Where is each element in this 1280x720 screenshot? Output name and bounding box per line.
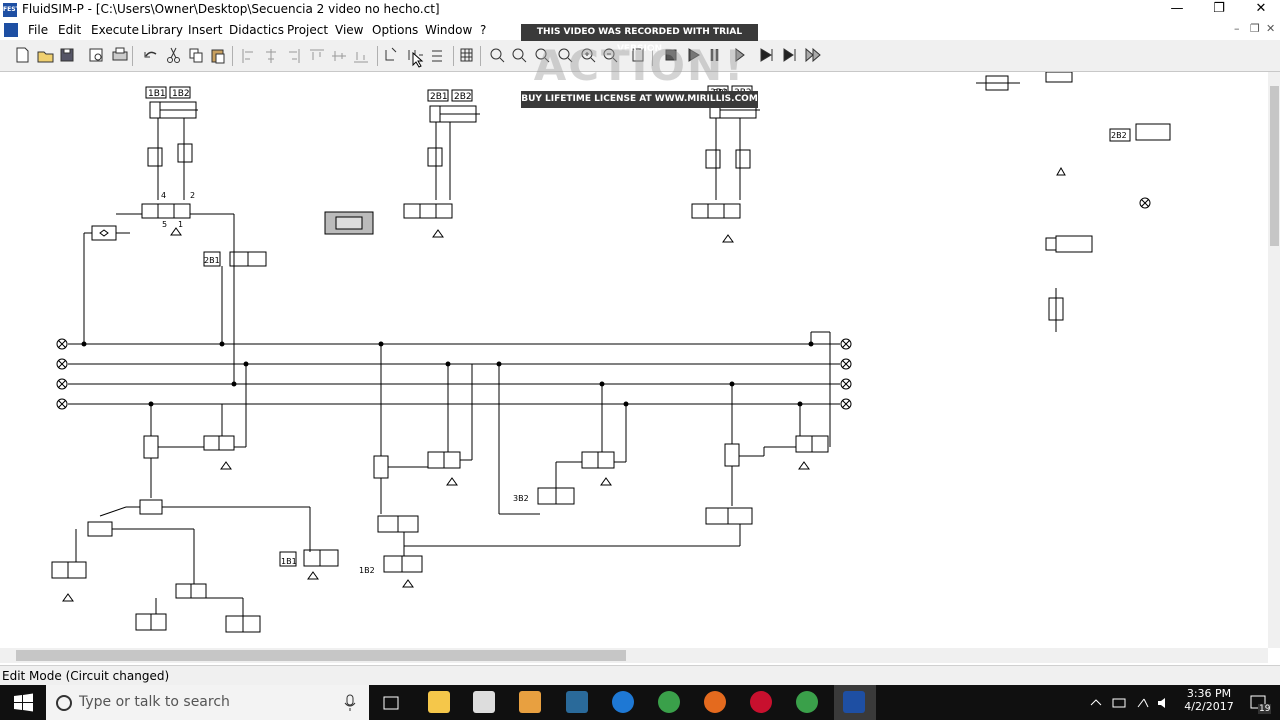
- wifi-icon: [1137, 698, 1149, 708]
- window-title: FluidSIM-P - [C:\Users\Owner\Desktop\Sec…: [22, 2, 440, 16]
- watermark-logo: ACTION!: [533, 41, 746, 90]
- label-2b2-sensor: 2B2: [1111, 131, 1127, 140]
- parts-right[interactable]: [976, 72, 1171, 332]
- menu-window[interactable]: Window: [425, 23, 472, 37]
- menu-insert[interactable]: Insert: [188, 23, 222, 37]
- cylinder-2[interactable]: [324, 89, 480, 238]
- label-3b2-valve: 3B2: [513, 494, 529, 503]
- restore-button[interactable]: ❐: [1196, 0, 1242, 20]
- minimize-button[interactable]: —: [1154, 0, 1200, 20]
- svg-text:4: 4: [161, 191, 166, 200]
- svg-text:2: 2: [190, 191, 195, 200]
- label-2b2: 2B2: [454, 92, 472, 102]
- document-icon[interactable]: [4, 23, 18, 37]
- rotate-icon[interactable]: [385, 47, 397, 61]
- notification-count: 19: [1258, 704, 1272, 714]
- align-middle-icon[interactable]: [332, 51, 346, 61]
- chrome-alt-icon[interactable]: [796, 691, 818, 713]
- align-top-icon[interactable]: [310, 49, 324, 60]
- menu-view[interactable]: View: [335, 23, 363, 37]
- menu-help[interactable]: ?: [480, 23, 486, 37]
- menu-options[interactable]: Options: [372, 23, 418, 37]
- label-1b1-valve: 1B1: [281, 557, 297, 566]
- windows-start-icon[interactable]: [0, 685, 46, 720]
- search-input[interactable]: Type or talk to search: [79, 694, 230, 710]
- title-bar: FESTO FluidSIM-P - [C:\Users\Owner\Deskt…: [0, 0, 1280, 20]
- cylinder-3[interactable]: [691, 85, 760, 243]
- vertical-scroll-thumb[interactable]: [1270, 86, 1279, 246]
- volume-icon: [1158, 698, 1165, 708]
- red-app-icon[interactable]: [750, 691, 772, 713]
- menu-library[interactable]: Library: [141, 23, 183, 37]
- supply-lines: [68, 343, 840, 405]
- menu-execute[interactable]: Execute: [91, 23, 139, 37]
- watermark-top: THIS VIDEO WAS RECORDED WITH TRIAL VERSI…: [521, 24, 758, 54]
- cylinder-1[interactable]: [83, 86, 235, 384]
- cortana-icon[interactable]: [54, 693, 74, 713]
- new-icon[interactable]: [16, 47, 29, 63]
- mdi-restore-button[interactable]: ❐: [1250, 22, 1260, 35]
- system-tray[interactable]: [1088, 693, 1180, 713]
- menu-project[interactable]: Project: [287, 23, 328, 37]
- horizontal-scroll-thumb[interactable]: [16, 650, 626, 661]
- align-left-icon[interactable]: [242, 49, 253, 63]
- undo-icon[interactable]: [144, 51, 157, 58]
- mdi-close-button[interactable]: ✕: [1266, 22, 1275, 35]
- label-2b1: 2B1: [430, 92, 448, 102]
- label-1b2: 1B2: [172, 89, 190, 99]
- label-1b2-valve: 1B2: [359, 566, 375, 575]
- circuit-canvas[interactable]: 1B1 1B2 4 2 5 1 2B1 2B1 2B2 3B1 3B2: [0, 72, 1268, 648]
- cut-icon[interactable]: [167, 47, 180, 63]
- clock-date: 4/2/2017: [1184, 700, 1234, 713]
- festo-icon[interactable]: [843, 691, 865, 713]
- print-icon[interactable]: [112, 47, 128, 61]
- file-explorer-icon[interactable]: [428, 691, 450, 713]
- label-1b1: 1B1: [148, 89, 166, 99]
- microphone-icon[interactable]: [343, 694, 357, 712]
- status-bar: [0, 665, 1280, 686]
- skip-icon[interactable]: [805, 47, 821, 63]
- open-icon[interactable]: [37, 51, 54, 63]
- app-icon[interactable]: [566, 691, 588, 713]
- menu-file[interactable]: File: [28, 23, 48, 37]
- line-terminals: [56, 197, 1151, 410]
- menu-edit[interactable]: Edit: [58, 23, 81, 37]
- chrome-icon[interactable]: [658, 691, 680, 713]
- close-button[interactable]: ✕: [1238, 0, 1280, 20]
- mirror-v-icon[interactable]: [432, 50, 442, 62]
- align-right-icon[interactable]: [289, 49, 300, 63]
- label-2b1-valve: 2B1: [204, 256, 220, 265]
- svg-text:5: 5: [162, 220, 167, 229]
- clock-time: 3:36 PM: [1186, 687, 1232, 700]
- align-center-icon[interactable]: [266, 49, 276, 63]
- chevron-up-icon: [1090, 699, 1102, 706]
- store-icon[interactable]: [473, 691, 495, 713]
- zoom-100-icon[interactable]: [490, 48, 505, 63]
- battery-icon: [1112, 698, 1126, 708]
- svg-text:1: 1: [178, 220, 183, 229]
- paste-icon[interactable]: [211, 49, 225, 64]
- clock[interactable]: 3:36 PM 4/2/2017: [1180, 687, 1238, 713]
- fluidsim-app-icon: FESTO: [3, 3, 25, 17]
- menu-didactics[interactable]: Didactics: [229, 23, 284, 37]
- media-player-icon[interactable]: [519, 691, 541, 713]
- step-play-icon[interactable]: [760, 48, 773, 62]
- status-text: Edit Mode (Circuit changed): [2, 669, 170, 683]
- firefox-icon[interactable]: [704, 691, 726, 713]
- step-icon[interactable]: [783, 48, 796, 62]
- edge-icon[interactable]: [612, 691, 634, 713]
- preview-icon[interactable]: [89, 48, 103, 62]
- grid-icon[interactable]: [460, 48, 473, 62]
- task-view-icon[interactable]: [381, 693, 403, 713]
- mdi-minimize-button[interactable]: –: [1234, 22, 1240, 35]
- logic-group-2[interactable]: [373, 344, 740, 588]
- save-icon[interactable]: [60, 48, 74, 62]
- watermark-bottom: BUY LIFETIME LICENSE AT WWW.MIRILLIS.COM: [521, 91, 758, 108]
- pneumatic-circuit[interactable]: 1B1 1B2 4 2 5 1 2B1 2B1 2B2 3B1 3B2: [0, 72, 1268, 648]
- align-bottom-icon[interactable]: [354, 52, 368, 63]
- copy-icon[interactable]: [189, 48, 203, 63]
